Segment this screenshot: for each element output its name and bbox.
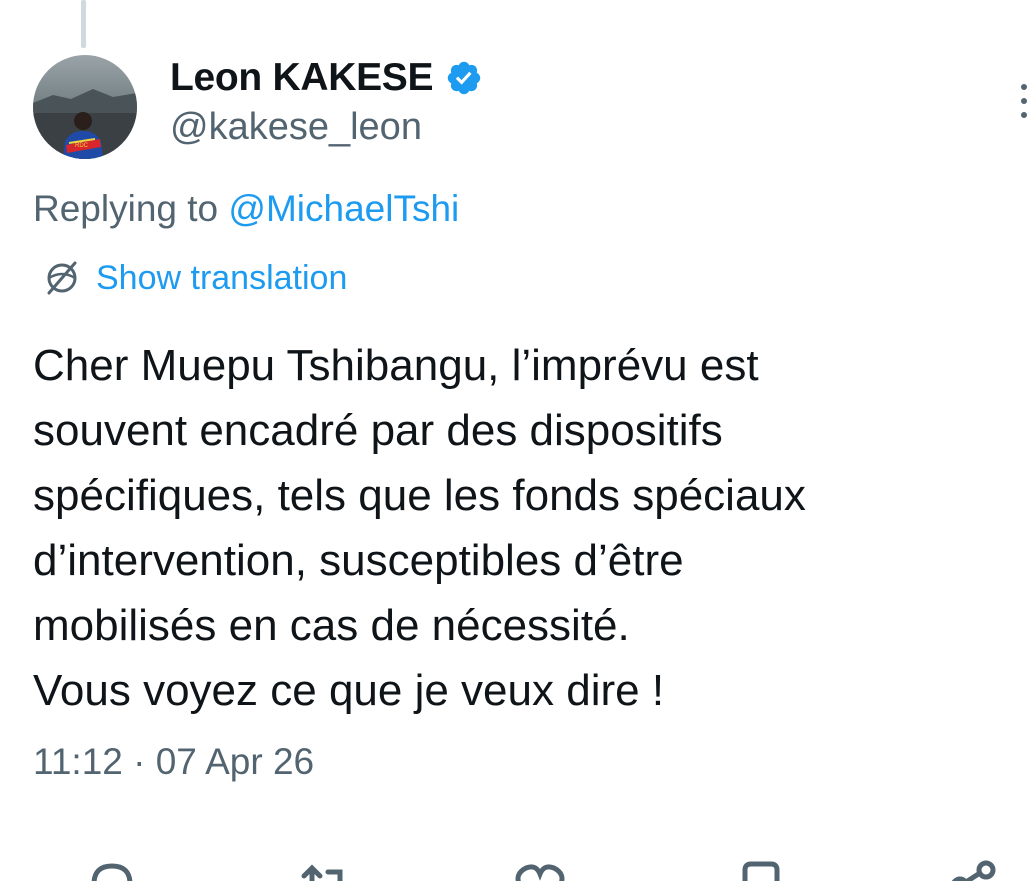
replying-to-line: Replying to @MichaelTshi	[33, 188, 459, 230]
retweet-icon[interactable]	[296, 858, 352, 881]
author-avatar[interactable]: RDC	[33, 55, 137, 159]
profile-photo-avatar: RDC	[33, 55, 137, 159]
reply-mention-link[interactable]: @MichaelTshi	[228, 188, 459, 229]
verified-badge-icon	[448, 61, 481, 95]
replying-to-prefix: Replying to	[33, 188, 229, 229]
author-name-row[interactable]: Leon KAKESE	[170, 56, 483, 100]
globe-icon	[47, 261, 77, 295]
tweet-timestamp[interactable]: 11:12 · 07 Apr 26	[33, 741, 314, 783]
svg-text:RDC: RDC	[75, 143, 89, 149]
tweet-action-bar	[0, 852, 1027, 881]
more-options-icon[interactable]	[1019, 80, 1027, 120]
heart-icon[interactable]	[512, 858, 568, 881]
show-translation-button[interactable]: Show translation	[42, 258, 347, 298]
author-display-name[interactable]: Leon KAKESE	[170, 56, 434, 100]
thread-connector-line	[81, 0, 86, 48]
reply-icon[interactable]	[84, 858, 140, 881]
tweet-body-text: Cher Muepu Tshibangu, l’imprévu est souv…	[33, 341, 806, 715]
author-handle[interactable]: @kakese_leon	[170, 106, 422, 149]
share-icon[interactable]	[946, 858, 1002, 881]
bookmark-icon[interactable]	[733, 858, 789, 881]
show-translation-label: Show translation	[96, 258, 348, 297]
